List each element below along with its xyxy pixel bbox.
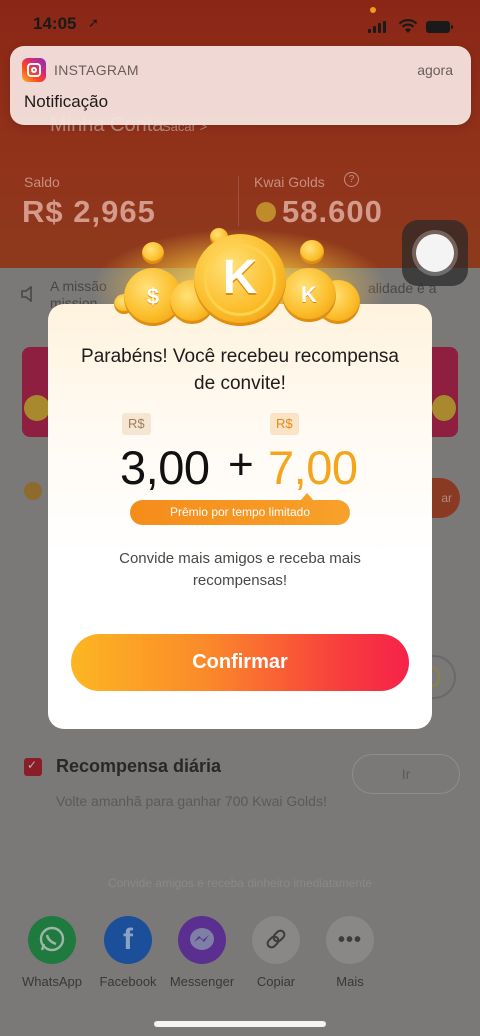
whatsapp-icon — [28, 916, 76, 964]
gold-coin-icon — [256, 202, 276, 222]
notification-message: Notificação — [24, 92, 109, 111]
notification-app-name: INSTAGRAM — [54, 62, 139, 78]
facebook-icon: f — [104, 916, 152, 964]
share-whatsapp[interactable]: WhatsApp — [14, 916, 90, 989]
status-time: 14:05 — [33, 14, 77, 33]
calendar-check-icon — [24, 758, 42, 776]
kwai-coin-icon: K — [194, 234, 286, 326]
link-icon — [252, 916, 300, 964]
messenger-icon — [178, 916, 226, 964]
share-label: Mais — [336, 974, 364, 989]
more-icon: ••• — [326, 916, 374, 964]
limited-time-badge: Prêmio por tempo limitado — [130, 493, 350, 525]
invite-message: Convide mais amigos e receba mais recomp… — [119, 550, 361, 589]
golds-label: Kwai Golds — [254, 174, 325, 190]
share-label: Messenger — [169, 974, 235, 989]
instagram-icon — [22, 58, 46, 82]
home-indicator[interactable] — [154, 1021, 326, 1027]
coin-icon: K — [282, 268, 336, 322]
share-label: WhatsApp — [22, 974, 82, 989]
notification-time: agora — [417, 62, 453, 78]
base-reward-amount: 3,00 — [120, 441, 210, 494]
assistive-touch-button[interactable] — [402, 220, 468, 286]
daily-reward-description: Volte amanhã para ganhar 700 Kwai Golds! — [56, 793, 327, 809]
coin-icon — [300, 240, 324, 264]
balance-label: Saldo — [24, 174, 60, 190]
emoji-icon — [432, 395, 456, 421]
currency-badge: R$ — [122, 413, 151, 435]
confirm-button[interactable]: Confirmar — [71, 634, 409, 691]
reward-title: Parabéns! Você recebeu recompensa de con… — [81, 346, 399, 394]
push-notification[interactable]: INSTAGRAM agora Notificação — [10, 46, 471, 125]
task-icon — [24, 482, 42, 500]
battery-icon — [426, 21, 453, 33]
bonus-reward-amount: 7,00 — [268, 441, 358, 494]
golds-value: 58.600 — [282, 194, 383, 229]
share-label: Facebook — [99, 974, 157, 989]
location-arrow-icon: ➚ — [88, 15, 99, 30]
speaker-icon — [21, 286, 32, 302]
mic-indicator-dot — [370, 7, 376, 13]
emoji-icon — [24, 395, 50, 421]
share-copy[interactable]: Copiar — [238, 916, 314, 989]
share-messenger[interactable]: Messenger — [164, 916, 240, 989]
cellular-signal-icon — [368, 21, 388, 33]
promo-card-right — [430, 347, 458, 437]
daily-reward-title: Recompensa diária — [56, 756, 222, 776]
status-bar: 14:05 ➚ — [0, 0, 480, 48]
currency-badge-bonus: R$ — [270, 413, 299, 435]
wifi-icon — [398, 19, 418, 33]
stats-divider — [238, 176, 239, 226]
share-more[interactable]: ••• Mais — [312, 916, 388, 989]
plus-sign: + — [228, 440, 254, 489]
share-label: Copiar — [256, 974, 296, 989]
share-caption: Convide amigos e receba dinheiro imediat… — [107, 876, 373, 890]
share-facebook[interactable]: f Facebook — [90, 916, 166, 989]
balance-value: R$ 2,965 — [22, 194, 156, 229]
coin-letter: K — [222, 251, 258, 304]
help-icon[interactable]: ? — [344, 172, 359, 187]
coin-icon — [142, 242, 164, 264]
daily-reward-button[interactable]: Ir — [352, 754, 460, 794]
